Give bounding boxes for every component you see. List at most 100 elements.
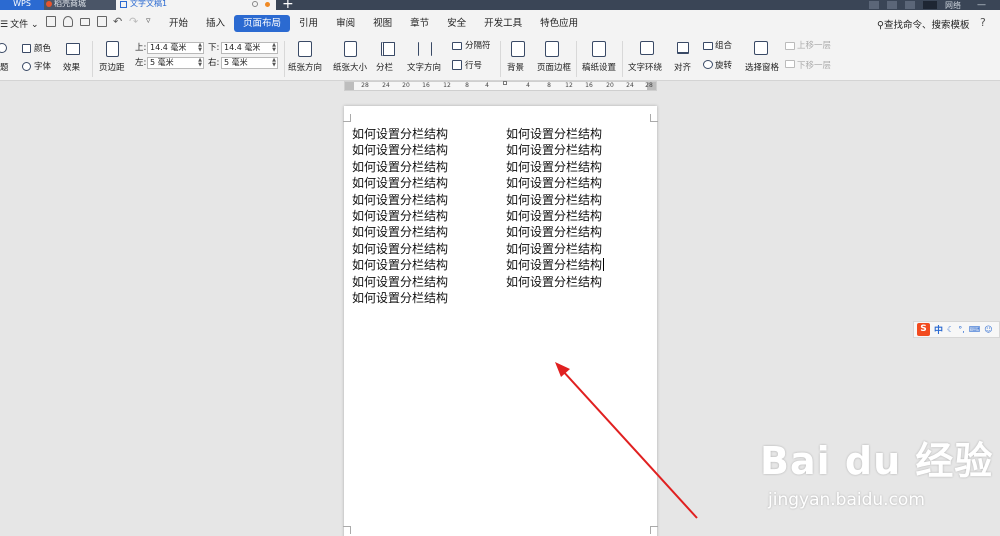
notification-icon[interactable] xyxy=(887,1,897,9)
columns-button[interactable]: 分栏 xyxy=(376,63,393,73)
text-direction-button[interactable]: 文字方向 xyxy=(407,63,441,73)
command-search[interactable]: ⚲查找命令、搜索模板 xyxy=(877,17,969,31)
sogou-logo-icon[interactable]: S xyxy=(917,323,930,336)
line-numbers-button[interactable]: 行号 xyxy=(465,61,482,71)
tab-developer[interactable]: 开发工具 xyxy=(475,15,531,32)
text-line[interactable]: 如何设置分栏结构 xyxy=(506,241,604,257)
text-line[interactable]: 如何设置分栏结构 xyxy=(506,224,604,240)
tab-review[interactable]: 审阅 xyxy=(327,15,364,32)
spinner-icon[interactable]: ▲ ▼ xyxy=(272,58,276,68)
bring-forward-button[interactable]: 上移一层 xyxy=(797,41,831,51)
text-line[interactable]: 如何设置分栏结构 xyxy=(506,208,604,224)
line-numbers-icon[interactable] xyxy=(452,60,462,70)
text-column-left[interactable]: 如何设置分栏结构 如何设置分栏结构 如何设置分栏结构 如何设置分栏结构 如何设置… xyxy=(352,126,448,306)
ime-mode-toggle[interactable]: 中 xyxy=(934,323,943,336)
avatar[interactable] xyxy=(923,1,937,9)
tab-security[interactable]: 安全 xyxy=(438,15,475,32)
colors-icon[interactable] xyxy=(22,44,31,53)
margin-right-field[interactable]: 5 毫米 ▲ ▼ xyxy=(221,57,278,69)
text-line[interactable]: 如何设置分栏结构 xyxy=(352,257,448,273)
undo-icon[interactable]: ↶ xyxy=(113,15,122,28)
text-column-right[interactable]: 如何设置分栏结构 如何设置分栏结构 如何设置分栏结构 如何设置分栏结构 如何设置… xyxy=(506,126,605,290)
column-marker-handle[interactable] xyxy=(503,81,507,85)
draft-paper-button[interactable]: 稿纸设置 xyxy=(582,63,616,73)
selection-pane-button[interactable]: 选择窗格 xyxy=(745,63,779,73)
tab-special[interactable]: 特色应用 xyxy=(531,15,587,32)
text-line[interactable]: 如何设置分栏结构 xyxy=(506,192,604,208)
user-icon[interactable]: ☺ xyxy=(984,325,992,334)
text-line[interactable]: 如何设置分栏结构 xyxy=(352,126,448,142)
tab-daoke-mall[interactable]: 稻壳商城 xyxy=(44,0,116,10)
tab-document[interactable]: 文字文稿1 xyxy=(116,0,276,10)
horizontal-ruler[interactable]: 28 24 20 16 12 8 4 4 8 12 16 20 24 28 xyxy=(0,81,1000,95)
theme-icon[interactable] xyxy=(0,43,7,53)
text-line[interactable]: 如何设置分栏结构 xyxy=(506,142,604,158)
user-name[interactable]: 网络 xyxy=(945,0,961,10)
text-line[interactable]: 如何设置分栏结构 xyxy=(506,175,604,191)
tab-references[interactable]: 引用 xyxy=(290,15,327,32)
orientation-icon[interactable] xyxy=(298,41,312,57)
shirt-icon[interactable] xyxy=(905,1,915,9)
paper-size-icon[interactable] xyxy=(344,41,357,57)
save-icon[interactable] xyxy=(46,16,56,27)
colors-button[interactable]: 颜色 xyxy=(34,44,51,54)
pin-icon[interactable] xyxy=(252,1,258,7)
spinner-icon[interactable]: ▲ ▼ xyxy=(198,43,202,53)
punctuation-icon[interactable]: °, xyxy=(958,325,965,334)
margins-icon[interactable] xyxy=(106,41,119,57)
format-painter-icon[interactable] xyxy=(63,16,73,27)
ruler-track[interactable]: 28 24 20 16 12 8 4 4 8 12 16 20 24 28 xyxy=(344,81,657,91)
new-tab-button[interactable]: + xyxy=(282,0,294,10)
effects-button[interactable]: 效果 xyxy=(63,63,80,73)
align-icon[interactable] xyxy=(677,42,689,54)
margin-top-field[interactable]: 14.4 毫米 ▲ ▼ xyxy=(147,42,204,54)
customize-icon[interactable]: ▿ xyxy=(146,16,151,26)
orientation-button[interactable]: 纸张方向 xyxy=(288,63,322,73)
rotate-icon[interactable] xyxy=(703,60,713,69)
paper-size-button[interactable]: 纸张大小 xyxy=(333,63,367,73)
margin-left-field[interactable]: 5 毫米 ▲ ▼ xyxy=(147,57,204,69)
text-line[interactable]: 如何设置分栏结构 xyxy=(506,159,604,175)
print-icon[interactable] xyxy=(80,18,90,26)
effects-icon[interactable] xyxy=(66,43,80,55)
text-line[interactable]: 如何设置分栏结构 xyxy=(506,257,605,273)
spinner-icon[interactable]: ▲ ▼ xyxy=(272,43,276,53)
skin-icon[interactable] xyxy=(869,1,879,9)
bring-forward-icon[interactable] xyxy=(785,42,795,50)
fonts-button[interactable]: 字体 xyxy=(34,62,51,72)
text-line[interactable]: 如何设置分栏结构 xyxy=(352,224,448,240)
minimize-button[interactable]: — xyxy=(977,0,986,10)
breaks-button[interactable]: 分隔符 xyxy=(465,41,491,51)
fonts-icon[interactable] xyxy=(22,62,31,71)
text-direction-icon[interactable] xyxy=(418,42,432,56)
text-line[interactable]: 如何设置分栏结构 xyxy=(352,208,448,224)
tab-view[interactable]: 视图 xyxy=(364,15,401,32)
spinner-icon[interactable]: ▲ ▼ xyxy=(198,58,202,68)
align-button[interactable]: 对齐 xyxy=(674,63,691,73)
text-line[interactable]: 如何设置分栏结构 xyxy=(352,192,448,208)
theme-label[interactable]: 题 xyxy=(0,63,9,73)
background-button[interactable]: 背景 xyxy=(507,63,524,73)
text-line[interactable]: 如何设置分栏结构 xyxy=(352,175,448,191)
page-border-icon[interactable] xyxy=(545,41,559,57)
group-button[interactable]: 组合 xyxy=(715,41,732,51)
text-line[interactable]: 如何设置分栏结构 xyxy=(506,274,604,290)
ime-toolbar[interactable]: S 中 ☾ °, ⌨ ☺ xyxy=(913,321,1000,338)
tab-insert[interactable]: 插入 xyxy=(197,15,234,32)
margin-bottom-field[interactable]: 14.4 毫米 ▲ ▼ xyxy=(221,42,278,54)
file-menu[interactable]: ☰ 文件 ⌄ xyxy=(0,17,39,30)
redo-icon[interactable]: ↷ xyxy=(129,15,138,28)
text-line[interactable]: 如何设置分栏结构 xyxy=(352,274,448,290)
tab-section[interactable]: 章节 xyxy=(401,15,438,32)
group-icon[interactable] xyxy=(703,42,713,50)
text-line[interactable]: 如何设置分栏结构 xyxy=(352,241,448,257)
print-preview-icon[interactable] xyxy=(97,16,107,27)
document-page[interactable]: 如何设置分栏结构 如何设置分栏结构 如何设置分栏结构 如何设置分栏结构 如何设置… xyxy=(343,106,658,536)
columns-icon[interactable] xyxy=(381,42,395,56)
text-line[interactable]: 如何设置分栏结构 xyxy=(506,126,604,142)
text-line[interactable]: 如何设置分栏结构 xyxy=(352,142,448,158)
margins-button[interactable]: 页边距 xyxy=(99,63,125,73)
text-line[interactable]: 如何设置分栏结构 xyxy=(352,290,448,306)
rotate-button[interactable]: 旋转 xyxy=(715,61,732,71)
moon-icon[interactable]: ☾ xyxy=(947,325,954,334)
